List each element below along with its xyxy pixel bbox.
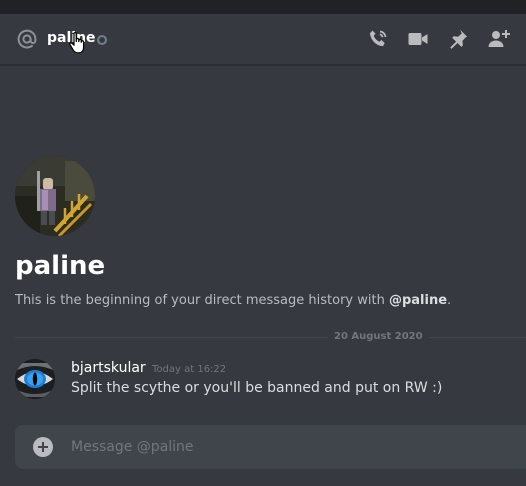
message-text: Split the scythe or you'll be banned and… — [71, 380, 443, 396]
status-offline-indicator — [97, 35, 107, 45]
add-friend-icon[interactable] — [487, 27, 511, 51]
pin-icon[interactable] — [446, 27, 470, 51]
call-icon[interactable] — [366, 27, 390, 51]
video-icon[interactable] — [406, 27, 430, 51]
message-input[interactable] — [71, 425, 511, 469]
add-attachment-icon[interactable] — [33, 437, 53, 457]
message-timestamp: Today at 16:22 — [152, 364, 227, 375]
message-author-avatar[interactable] — [15, 359, 55, 399]
message-author[interactable]: bjartskular — [71, 360, 146, 376]
intro-suffix: . — [447, 293, 452, 308]
date-divider-line — [15, 337, 526, 338]
message-composer — [15, 425, 526, 469]
date-divider-label: 20 August 2020 — [328, 330, 429, 344]
recipient-avatar — [15, 156, 95, 236]
intro-mention[interactable]: @paline — [389, 293, 447, 308]
intro-text: This is the beginning of your direct mes… — [15, 293, 389, 308]
welcome-title: paline — [15, 251, 106, 281]
at-icon — [15, 27, 39, 51]
welcome-intro: This is the beginning of your direct mes… — [15, 293, 451, 308]
window-top-strip — [0, 0, 526, 14]
hand-cursor-icon — [68, 31, 88, 57]
